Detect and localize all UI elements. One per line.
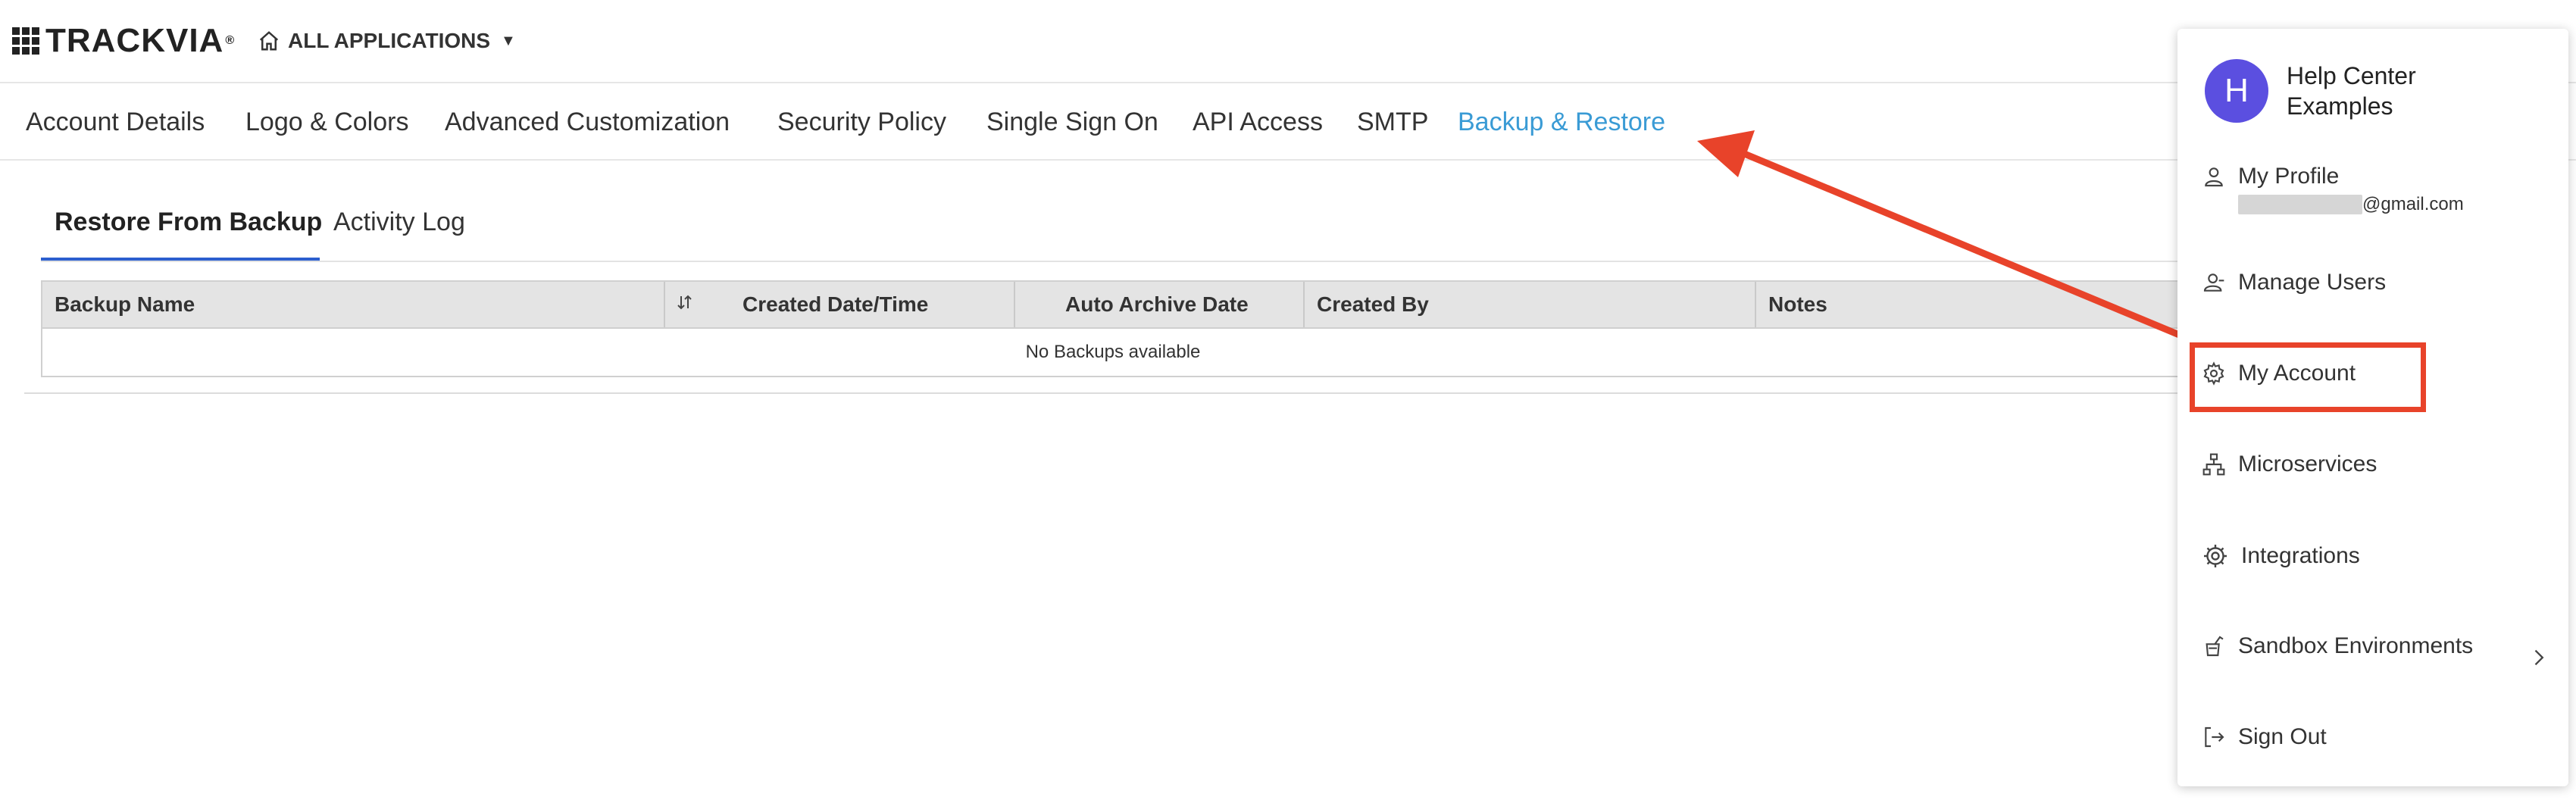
column-divider [664, 282, 665, 327]
column-divider [1755, 282, 1756, 327]
column-divider [1303, 282, 1305, 327]
menu-item-manage-users[interactable]: Manage Users [2202, 270, 2386, 295]
table-header: Backup Name Created Date/Time Auto Archi… [42, 282, 2184, 329]
menu-item-label: Sandbox Environments [2238, 633, 2474, 658]
nav-tab-smtp[interactable]: SMTP [1357, 108, 1428, 137]
sort-icon[interactable] [676, 282, 694, 327]
backup-subtabs: Restore From Backup Activity Log [41, 161, 2185, 262]
nav-tab-advanced-customization[interactable]: Advanced Customization [445, 108, 730, 137]
column-header-created-by[interactable]: Created By [1317, 282, 1429, 327]
column-header-notes[interactable]: Notes [1768, 282, 1827, 327]
redacted-email [2238, 195, 2362, 214]
caret-down-icon: ▼ [501, 32, 516, 49]
menu-item-label: Sign Out [2238, 724, 2327, 749]
nav-tab-logo-colors[interactable]: Logo & Colors [245, 108, 408, 137]
nav-tab-account-details[interactable]: Account Details [26, 108, 205, 137]
menu-item-label: Integrations [2241, 543, 2360, 568]
active-tab-underline [41, 258, 320, 261]
menu-item-sandbox-environments[interactable]: Sandbox Environments [2202, 633, 2473, 659]
backups-table: Backup Name Created Date/Time Auto Archi… [41, 280, 2185, 377]
menu-item-sign-out[interactable]: Sign Out [2202, 724, 2327, 750]
column-header-backup-name[interactable]: Backup Name [55, 282, 195, 327]
column-header-created-date[interactable]: Created Date/Time [742, 282, 928, 327]
hierarchy-icon [2202, 453, 2225, 476]
users-icon [2203, 273, 2224, 292]
menu-item-label: Manage Users [2238, 270, 2387, 295]
column-header-auto-archive-date[interactable]: Auto Archive Date [1065, 282, 1249, 327]
app-switcher[interactable]: ALL APPLICATIONS ▼ [258, 26, 516, 56]
app-switcher-label: ALL APPLICATIONS [288, 29, 491, 52]
menu-item-my-profile[interactable]: My Profile [2202, 164, 2339, 189]
menu-item-label: My Profile [2238, 164, 2340, 189]
nav-tab-security-policy[interactable]: Security Policy [777, 108, 946, 137]
menu-item-microservices[interactable]: Microservices [2202, 451, 2377, 477]
trackvia-logo[interactable]: TRACKVIA ® [12, 24, 235, 58]
email-domain: @gmail.com [2362, 194, 2464, 214]
empty-table-message: No Backups available [1025, 342, 1201, 362]
avatar: H [2205, 59, 2268, 123]
nav-tab-single-sign-on[interactable]: Single Sign On [986, 108, 1158, 137]
home-icon [259, 31, 279, 51]
nav-tab-backup-restore[interactable]: Backup & Restore [1458, 108, 1665, 137]
sign-out-icon [2205, 726, 2224, 748]
tab-activity-log[interactable]: Activity Log [333, 208, 465, 237]
person-icon [2205, 167, 2223, 187]
column-divider [1014, 282, 1015, 327]
nav-tab-api-access[interactable]: API Access [1193, 108, 1323, 137]
logo-text: TRACKVIA ® [45, 22, 236, 59]
sandbox-icon [2206, 636, 2224, 657]
tab-restore-from-backup[interactable]: Restore From Backup [55, 208, 322, 237]
chevron-right-icon [2534, 649, 2544, 666]
logo-grid-icon [12, 27, 39, 55]
integrations-icon [2204, 545, 2227, 567]
annotation-highlight-box [2190, 342, 2426, 412]
user-email: @gmail.com [2238, 194, 2464, 215]
menu-user-header: H Help Center Examples [2205, 59, 2484, 123]
divider [24, 392, 2191, 394]
menu-item-label: Microservices [2238, 451, 2377, 476]
user-name: Help Center Examples [2287, 62, 2416, 120]
menu-item-integrations[interactable]: Integrations [2202, 542, 2360, 570]
